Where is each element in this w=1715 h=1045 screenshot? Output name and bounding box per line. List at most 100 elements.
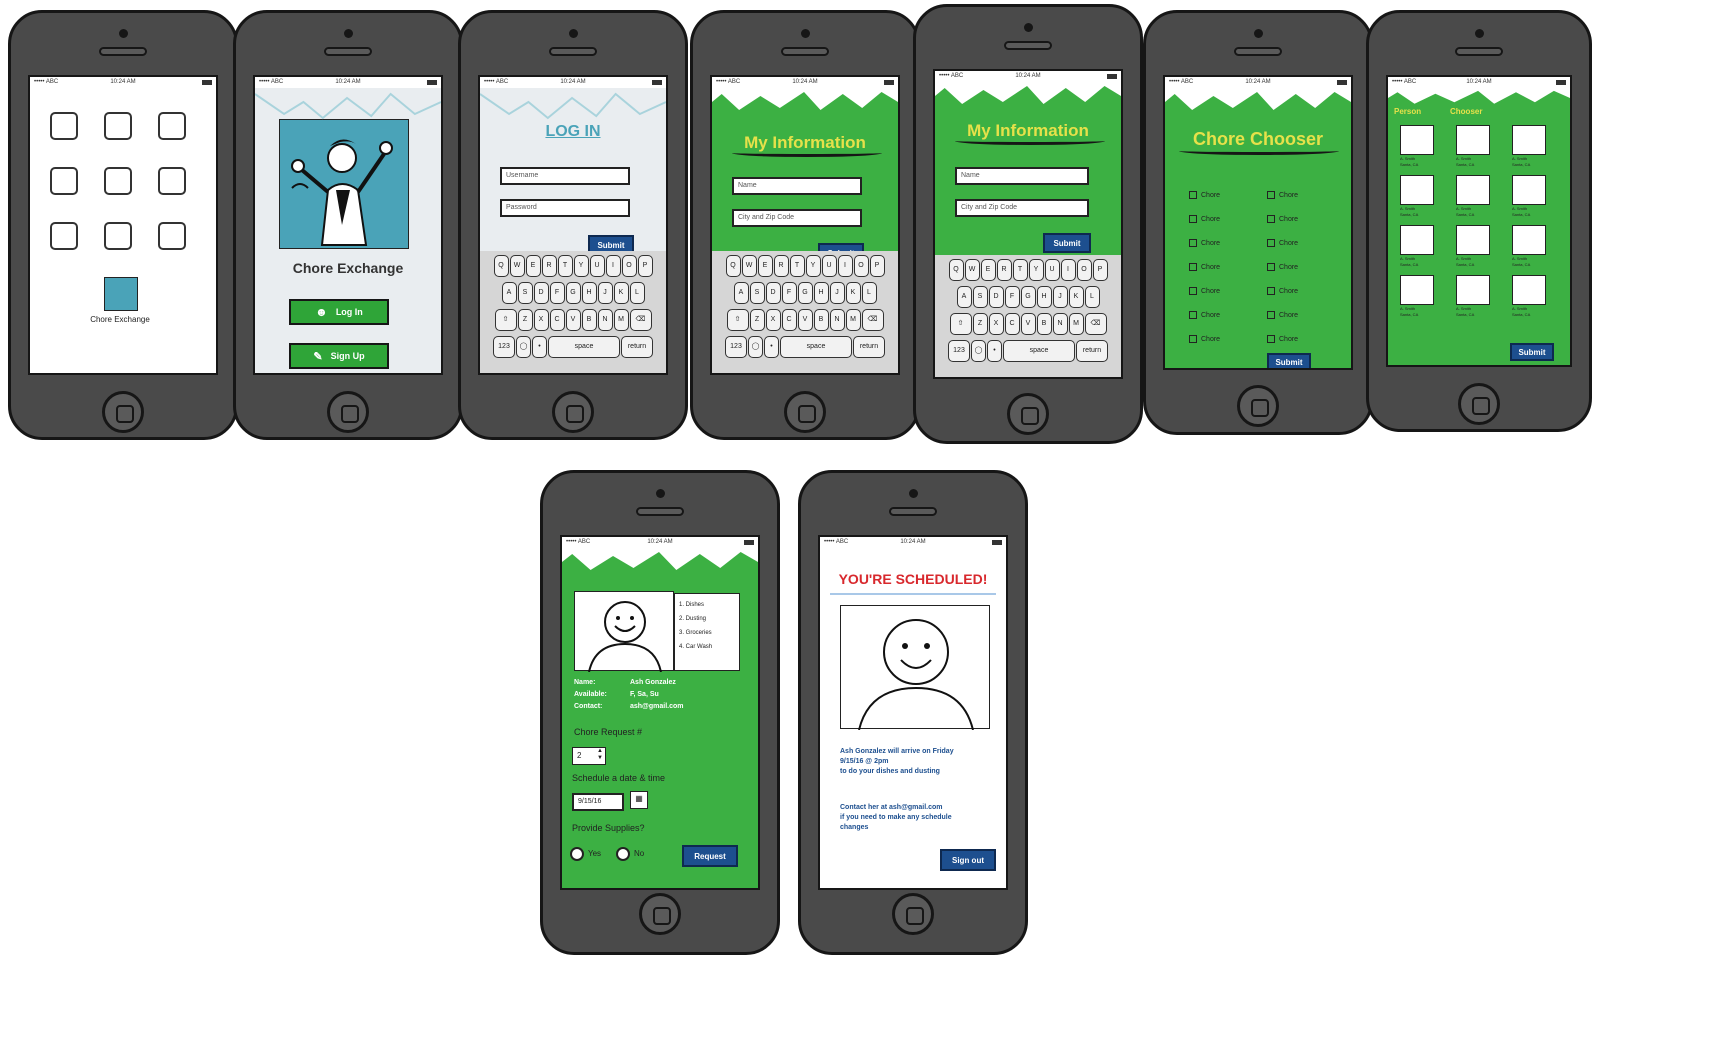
key[interactable]: H <box>813 282 829 304</box>
stepper-arrows-icon[interactable]: ▲ ▼ <box>597 748 603 762</box>
submit-button[interactable]: Submit <box>1510 343 1554 361</box>
key[interactable]: F <box>549 282 565 304</box>
key[interactable]: Z <box>749 309 765 331</box>
key[interactable]: F <box>1004 286 1020 308</box>
shift-key[interactable]: ⇧ <box>726 309 749 331</box>
key[interactable]: I <box>605 255 621 277</box>
person-card[interactable]: A. Smith Santa, CA <box>1400 125 1434 167</box>
key[interactable]: P <box>1092 259 1108 281</box>
person-card[interactable]: A. Smith Santa, CA <box>1400 225 1434 267</box>
chore-checkbox[interactable]: Chore <box>1267 263 1298 271</box>
key[interactable]: D <box>988 286 1004 308</box>
key[interactable]: Q <box>725 255 741 277</box>
key[interactable]: W <box>741 255 757 277</box>
key[interactable]: S <box>517 282 533 304</box>
key[interactable]: R <box>773 255 789 277</box>
app-placeholder[interactable] <box>50 112 78 140</box>
key[interactable]: W <box>964 259 980 281</box>
chore-checkbox[interactable]: Chore <box>1189 335 1220 343</box>
yes-radio[interactable] <box>570 847 584 861</box>
key[interactable]: S <box>749 282 765 304</box>
key[interactable]: K <box>845 282 861 304</box>
person-card[interactable]: A. Smith Santa, CA <box>1400 275 1434 317</box>
key[interactable]: C <box>549 309 565 331</box>
home-button[interactable] <box>1237 385 1279 427</box>
signup-button[interactable]: ✎ Sign Up <box>289 343 389 369</box>
chore-checkbox[interactable]: Chore <box>1267 191 1298 199</box>
app-placeholder[interactable] <box>158 167 186 195</box>
key[interactable]: U <box>1044 259 1060 281</box>
key[interactable]: M <box>1068 313 1084 335</box>
backspace-key[interactable]: ⌫ <box>629 309 652 331</box>
key[interactable]: W <box>509 255 525 277</box>
submit-button[interactable]: Submit <box>1043 233 1091 253</box>
chore-checkbox[interactable]: Chore <box>1267 239 1298 247</box>
sign-out-button[interactable]: Sign out <box>940 849 996 871</box>
key[interactable]: R <box>541 255 557 277</box>
chore-checkbox[interactable]: Chore <box>1189 191 1220 199</box>
key[interactable]: C <box>781 309 797 331</box>
key[interactable]: H <box>1036 286 1052 308</box>
return-key[interactable]: return <box>621 336 653 358</box>
key[interactable]: E <box>980 259 996 281</box>
key[interactable]: H <box>581 282 597 304</box>
key[interactable]: R <box>996 259 1012 281</box>
key[interactable]: N <box>829 309 845 331</box>
date-field[interactable]: 9/15/16 <box>572 793 624 811</box>
city-zip-field[interactable]: City and Zip Code <box>732 209 862 227</box>
mic-icon[interactable]: • <box>987 340 1002 362</box>
backspace-key[interactable]: ⌫ <box>861 309 884 331</box>
key[interactable]: A <box>733 282 749 304</box>
chore-checkbox[interactable]: Chore <box>1189 311 1220 319</box>
key[interactable]: K <box>1068 286 1084 308</box>
home-button[interactable] <box>1458 383 1500 425</box>
key[interactable]: J <box>829 282 845 304</box>
city-zip-field[interactable]: City and Zip Code <box>955 199 1089 217</box>
numbers-key[interactable]: 123 <box>948 340 970 362</box>
globe-icon[interactable]: ◯ <box>748 336 763 358</box>
key[interactable]: T <box>557 255 573 277</box>
home-button[interactable] <box>784 391 826 433</box>
person-card[interactable]: A. Smith Santa, CA <box>1400 175 1434 217</box>
key[interactable]: L <box>861 282 877 304</box>
key[interactable]: T <box>789 255 805 277</box>
person-card[interactable]: A. Smith Santa, CA <box>1456 275 1490 317</box>
login-button[interactable]: ☻ Log In <box>289 299 389 325</box>
key[interactable]: D <box>533 282 549 304</box>
key[interactable]: Y <box>1028 259 1044 281</box>
key[interactable]: V <box>1020 313 1036 335</box>
key[interactable]: Q <box>493 255 509 277</box>
shift-key[interactable]: ⇧ <box>949 313 972 335</box>
chore-checkbox[interactable]: Chore <box>1189 215 1220 223</box>
space-key[interactable]: space <box>548 336 620 358</box>
app-placeholder[interactable] <box>104 167 132 195</box>
chore-checkbox[interactable]: Chore <box>1267 335 1298 343</box>
key[interactable]: Z <box>972 313 988 335</box>
key[interactable]: G <box>797 282 813 304</box>
key[interactable]: F <box>781 282 797 304</box>
home-button[interactable] <box>1007 393 1049 435</box>
globe-icon[interactable]: ◯ <box>971 340 986 362</box>
key[interactable]: L <box>629 282 645 304</box>
key[interactable]: P <box>637 255 653 277</box>
key[interactable]: K <box>613 282 629 304</box>
person-card[interactable]: A. Smith Santa, CA <box>1456 225 1490 267</box>
key[interactable]: M <box>613 309 629 331</box>
name-field[interactable]: Name <box>732 177 862 195</box>
key[interactable]: Q <box>948 259 964 281</box>
app-placeholder[interactable] <box>158 112 186 140</box>
app-placeholder[interactable] <box>50 167 78 195</box>
key[interactable]: G <box>565 282 581 304</box>
numbers-key[interactable]: 123 <box>725 336 747 358</box>
key[interactable]: A <box>956 286 972 308</box>
key[interactable]: E <box>757 255 773 277</box>
chore-checkbox[interactable]: Chore <box>1267 215 1298 223</box>
key[interactable]: O <box>853 255 869 277</box>
chore-checkbox[interactable]: Chore <box>1189 239 1220 247</box>
key[interactable]: B <box>813 309 829 331</box>
submit-button[interactable]: Submit <box>1267 353 1311 368</box>
mic-icon[interactable]: • <box>764 336 779 358</box>
key[interactable]: X <box>765 309 781 331</box>
password-field[interactable]: Password <box>500 199 630 217</box>
key[interactable]: C <box>1004 313 1020 335</box>
